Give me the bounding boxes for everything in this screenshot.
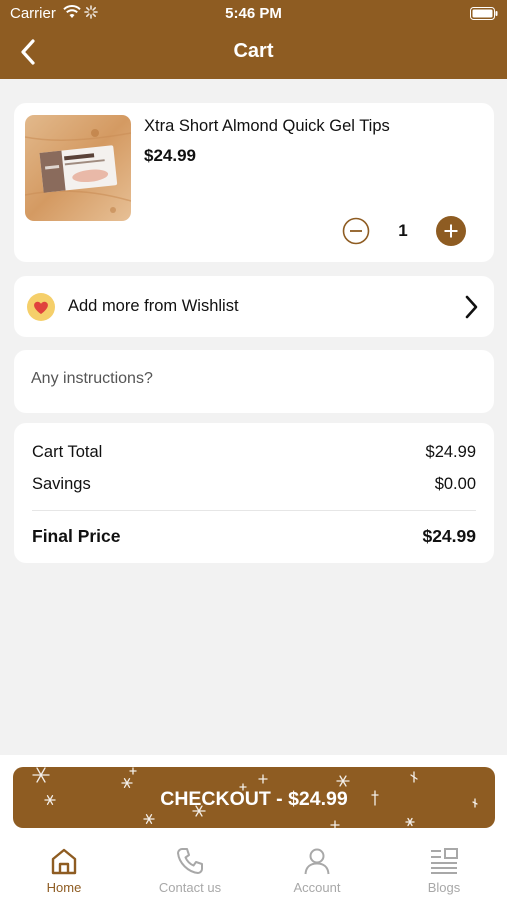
cart-total-value: $24.99 [425, 443, 476, 461]
final-price-row: Final Price $24.99 [32, 526, 476, 547]
savings-row: Savings $0.00 [32, 475, 476, 494]
quantity-value: 1 [398, 221, 408, 240]
user-icon [304, 848, 330, 875]
cart-total-label: Cart Total [32, 443, 103, 461]
home-icon [51, 848, 77, 875]
tab-account[interactable]: Account [257, 840, 377, 895]
phone-icon [177, 848, 203, 874]
instructions-card [14, 350, 494, 413]
bottom-tab-bar: Home Contact us Account Blogs [0, 840, 507, 900]
wishlist-label: Add more from Wishlist [68, 297, 239, 315]
savings-value: $0.00 [434, 475, 476, 493]
summary-divider [32, 510, 476, 511]
app-header: Carrier 5:46 PM Cart [0, 0, 507, 79]
increase-quantity-button[interactable] [436, 216, 466, 251]
final-price-label: Final Price [32, 526, 121, 546]
minus-circle-icon [342, 217, 370, 245]
page-title: Cart [233, 40, 274, 62]
product-price: $24.99 [144, 146, 196, 165]
product-name[interactable]: Xtra Short Almond Quick Gel Tips [144, 117, 390, 136]
status-bar: Carrier 5:46 PM [0, 0, 507, 28]
checkout-label: CHECKOUT - $24.99 [160, 788, 348, 810]
blog-icon [431, 848, 458, 874]
status-time: 5:46 PM [225, 5, 282, 22]
product-image[interactable] [25, 115, 131, 221]
cart-item-card: Xtra Short Almond Quick Gel Tips $24.99 … [14, 103, 494, 262]
decrease-quantity-button[interactable] [342, 217, 370, 250]
checkout-button[interactable]: CHECKOUT - $24.99 [13, 767, 495, 828]
wishlist-row[interactable]: Add more from Wishlist [14, 276, 494, 337]
savings-label: Savings [32, 475, 91, 493]
tab-blogs-label: Blogs [427, 880, 461, 895]
tab-blogs[interactable]: Blogs [384, 840, 504, 895]
cart-total-row: Cart Total $24.99 [32, 443, 476, 462]
battery-icon [470, 7, 498, 24]
tab-home-label: Home [46, 880, 82, 895]
price-summary-card: Cart Total $24.99 Savings $0.00 Final Pr… [14, 423, 494, 563]
heart-icon [26, 292, 56, 327]
tab-home[interactable]: Home [4, 840, 124, 895]
tab-account-label: Account [293, 880, 341, 895]
instructions-input[interactable] [31, 370, 471, 388]
plus-circle-icon [436, 216, 466, 246]
tab-contact-us-label: Contact us [158, 880, 222, 895]
chevron-right-icon [464, 295, 478, 324]
tab-contact-us[interactable]: Contact us [130, 840, 250, 895]
final-price-value: $24.99 [422, 526, 476, 546]
